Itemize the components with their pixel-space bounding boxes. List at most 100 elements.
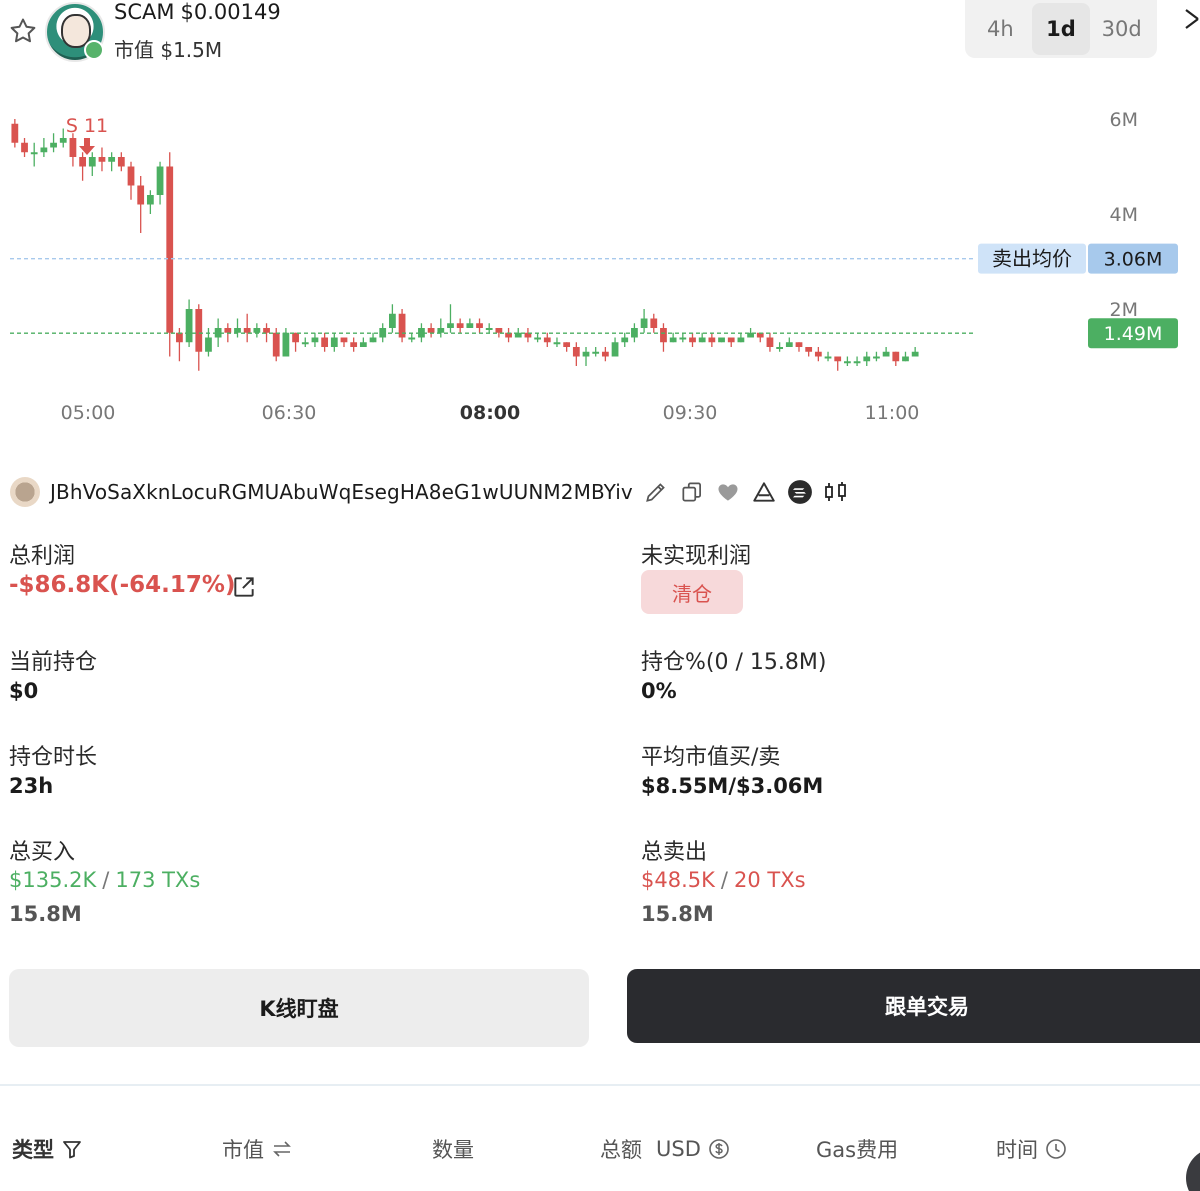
candle bbox=[137, 176, 145, 233]
candle-body bbox=[253, 328, 261, 333]
candle-body bbox=[844, 361, 851, 364]
candle-body bbox=[340, 337, 348, 343]
candle-body bbox=[301, 342, 309, 345]
candle-body bbox=[311, 337, 319, 343]
star-icon[interactable] bbox=[8, 16, 38, 46]
candle-body bbox=[408, 337, 416, 340]
mcap-label: 市值 bbox=[114, 38, 154, 62]
candle-body bbox=[176, 332, 183, 343]
copy-icon[interactable] bbox=[679, 479, 705, 505]
floating-action-button[interactable] bbox=[1186, 1148, 1200, 1191]
candle-body bbox=[805, 347, 813, 352]
candle-body bbox=[640, 318, 648, 328]
y-tick-label: 6M bbox=[1110, 109, 1138, 131]
total-buy-qty: 15.8M bbox=[9, 902, 82, 926]
sell-marker-label: S 11 bbox=[66, 115, 108, 137]
close-icon[interactable] bbox=[1182, 6, 1200, 32]
candle bbox=[698, 332, 706, 343]
reference-value-label: 1.49M bbox=[1104, 323, 1163, 345]
timeframe-1d[interactable]: 1d bbox=[1031, 3, 1091, 55]
col-type[interactable]: 类型 bbox=[12, 1134, 84, 1164]
triangle-chain-icon[interactable] bbox=[751, 479, 777, 505]
candle bbox=[301, 337, 309, 347]
candle-body bbox=[853, 361, 861, 364]
candle-body bbox=[272, 332, 280, 357]
filter-icon[interactable] bbox=[60, 1137, 84, 1161]
solana-icon[interactable] bbox=[787, 479, 813, 505]
candle bbox=[834, 356, 842, 371]
total-buy-label: 总买入 bbox=[9, 840, 76, 865]
candle bbox=[689, 332, 696, 347]
heart-icon[interactable] bbox=[715, 479, 741, 505]
candle-body bbox=[88, 157, 96, 167]
copy-trade-button[interactable]: 跟单交易 bbox=[627, 969, 1200, 1043]
candle-body bbox=[456, 323, 464, 328]
candle bbox=[350, 337, 358, 352]
candle bbox=[166, 152, 174, 357]
candle bbox=[427, 323, 435, 338]
candle-body bbox=[650, 318, 658, 328]
candle-body bbox=[195, 309, 203, 352]
candle bbox=[195, 304, 203, 371]
kline-watch-button[interactable]: K线盯盘 bbox=[9, 969, 589, 1047]
candle bbox=[127, 161, 135, 200]
candle bbox=[389, 304, 396, 333]
col-total[interactable]: 总额 USD bbox=[600, 1134, 731, 1164]
wallet-avatar bbox=[10, 477, 40, 507]
candle bbox=[234, 318, 241, 338]
candle-body bbox=[873, 356, 880, 359]
clock-icon[interactable] bbox=[1044, 1137, 1068, 1161]
candle-body bbox=[737, 337, 745, 343]
candle bbox=[79, 152, 86, 181]
candle bbox=[524, 328, 532, 343]
candle bbox=[205, 328, 212, 357]
candle-body bbox=[98, 157, 106, 162]
candle bbox=[601, 347, 609, 362]
wallet-address[interactable]: JBhVoSaXknLocuRGMUAbuWqEsegHA8eG1wUUNM2M… bbox=[50, 480, 633, 504]
candle-body bbox=[708, 337, 716, 343]
candle bbox=[718, 337, 725, 343]
token-price: $0.00149 bbox=[180, 0, 281, 24]
avg-mcap-value: $8.55M/$3.06M bbox=[641, 774, 824, 798]
total-sell-txs: 20 TXs bbox=[733, 868, 806, 892]
candlestick-chart[interactable]: 卖出均价 3.06M 1.49M 6M 4M 2M 05:00 06:30 08:00 09:… bbox=[0, 70, 1200, 440]
candle-body bbox=[127, 166, 135, 186]
swap-icon[interactable] bbox=[270, 1137, 294, 1161]
candle-body bbox=[621, 337, 629, 343]
candle bbox=[911, 347, 919, 357]
candle-body bbox=[466, 323, 474, 328]
candle bbox=[882, 347, 890, 357]
col-mcap[interactable]: 市值 bbox=[222, 1134, 294, 1164]
total-buy-amount: $135.2K bbox=[9, 868, 97, 892]
edit-pencil-icon[interactable] bbox=[643, 479, 669, 505]
candle-body bbox=[902, 356, 909, 362]
candle-body bbox=[40, 147, 48, 153]
candle-body bbox=[679, 337, 687, 340]
candle-body bbox=[146, 195, 154, 205]
dollar-circle-icon[interactable] bbox=[707, 1137, 731, 1161]
candle bbox=[737, 332, 745, 343]
timeframe-4h[interactable]: 4h bbox=[971, 3, 1030, 55]
total-buy-txs: 173 TXs bbox=[115, 868, 201, 892]
external-link-icon[interactable] bbox=[231, 574, 257, 600]
candle bbox=[466, 318, 474, 328]
candle bbox=[292, 332, 299, 352]
candle bbox=[40, 138, 48, 157]
col-total-label: 总额 bbox=[600, 1138, 642, 1162]
x-tick-label: 09:30 bbox=[663, 402, 718, 424]
candle-body bbox=[485, 328, 493, 330]
candle bbox=[117, 152, 125, 172]
candle-body bbox=[117, 157, 125, 167]
duration-label: 持仓时长 bbox=[9, 745, 98, 770]
total-sell-values: $48.5K/20 TXs bbox=[641, 868, 806, 892]
candle-body bbox=[447, 323, 454, 328]
col-time[interactable]: 时间 bbox=[996, 1134, 1068, 1164]
candle bbox=[844, 356, 851, 366]
timeframe-30d[interactable]: 30d bbox=[1092, 3, 1151, 55]
holding-value: $0 bbox=[9, 679, 39, 703]
candle-body bbox=[359, 342, 367, 347]
candle-body bbox=[834, 356, 842, 362]
candle bbox=[534, 332, 541, 343]
token-mcap: 市值 $1.5M bbox=[114, 34, 222, 63]
candlestick-icon[interactable] bbox=[823, 479, 849, 505]
